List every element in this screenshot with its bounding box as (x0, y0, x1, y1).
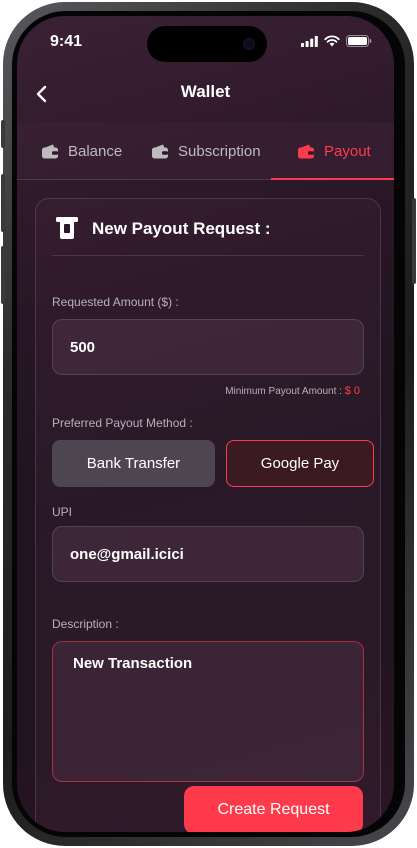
wallet-icon (298, 144, 314, 159)
min-payout-value: $ 0 (344, 385, 360, 397)
description-textarea[interactable]: New Transaction (52, 641, 364, 782)
wallet-icon (152, 144, 168, 159)
bank-transfer-button[interactable]: Bank Transfer (52, 440, 215, 487)
tab-balance[interactable]: Balance (41, 122, 122, 180)
method-label-text: Bank Transfer (86, 455, 181, 472)
min-payout-label: Minimum Payout Amount : (225, 386, 345, 397)
tab-label: Subscription (178, 142, 261, 160)
method-label: Preferred Payout Method : (52, 416, 193, 430)
upi-label: UPI (52, 505, 73, 519)
upi-input[interactable]: one@gmail.icici (52, 526, 364, 582)
page-title: Wallet (180, 82, 231, 101)
description-value: New Transaction (73, 655, 193, 672)
volume-down-button (1, 246, 5, 304)
silent-switch (1, 120, 5, 148)
status-icons (301, 35, 372, 47)
card-header: New Payout Request : (56, 215, 271, 243)
amount-input[interactable]: 500 (52, 319, 364, 375)
description-label: Description : (52, 617, 119, 631)
dynamic-island (147, 26, 267, 62)
tab-label: Payout (324, 142, 371, 160)
volume-up-button (1, 174, 5, 232)
tab-payout[interactable]: Payout (297, 122, 371, 180)
battery-icon (346, 35, 372, 47)
min-payout-note: Minimum Payout Amount : $ 0 (225, 385, 360, 397)
wallet-icon (42, 144, 58, 159)
status-time: 9:41 (50, 33, 83, 50)
power-button (412, 198, 416, 284)
app-screen: 9:41 Wallet Balance Subscription Payout … (17, 16, 394, 832)
method-label-text: Google Pay (260, 455, 340, 472)
amount-value: 500 (70, 339, 96, 356)
front-camera (243, 38, 255, 50)
tab-label: Balance (68, 142, 123, 160)
card-title: New Payout Request : (92, 219, 271, 238)
wifi-icon (324, 35, 340, 47)
google-pay-button[interactable]: Google Pay (226, 440, 374, 487)
tab-subscription[interactable]: Subscription (151, 122, 261, 180)
cash-withdraw-icon (56, 217, 78, 239)
active-tab-indicator (271, 178, 394, 180)
payout-request-card: New Payout Request : Requested Amount ($… (35, 198, 381, 832)
upi-value: one@gmail.icici (70, 546, 184, 563)
header: Wallet (17, 66, 394, 122)
tab-bar: Balance Subscription Payout (17, 122, 394, 180)
amount-label: Requested Amount ($) : (52, 295, 179, 309)
cellular-signal-icon (301, 35, 318, 47)
card-divider (52, 255, 364, 256)
create-request-button[interactable]: Create Request (184, 786, 363, 832)
